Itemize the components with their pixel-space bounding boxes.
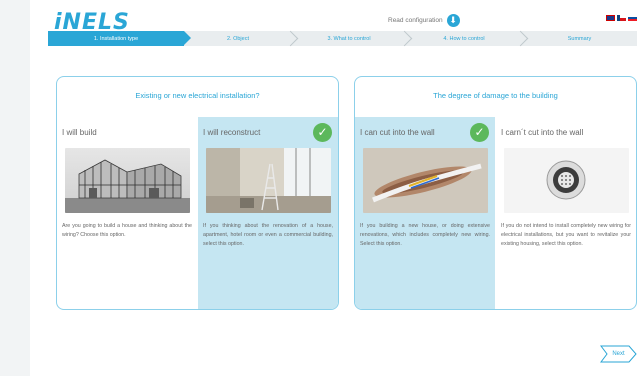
option-title: I carn´t cut into the wall: [501, 128, 584, 137]
step-object[interactable]: 2. Object: [184, 30, 299, 47]
page: iNELS Read configuration ⬇ 1. Installati…: [30, 0, 637, 376]
option-description: If you building a new house, or doing ex…: [360, 223, 490, 247]
step-label: 4. How to control: [443, 35, 485, 42]
step-installation-type[interactable]: 1. Installation type: [48, 31, 191, 46]
next-button[interactable]: Next: [600, 345, 637, 363]
uk-flag-icon[interactable]: [606, 15, 615, 21]
read-configuration-button[interactable]: Read configuration ⬇: [388, 14, 460, 27]
sk-flag-icon[interactable]: [628, 15, 637, 21]
panel-title: The degree of damage to the building: [433, 91, 558, 100]
option-i-will-build[interactable]: I will build Are you going to build a ho…: [57, 117, 197, 309]
house-construction-photo: [65, 148, 190, 213]
panel-title: Existing or new electrical installation?: [135, 91, 260, 100]
download-circle-icon: ⬇: [446, 14, 460, 27]
wall-cable-photo: [363, 148, 488, 213]
option-can-cut-into-wall[interactable]: I can cut into the wall ✓ If you buildin…: [355, 117, 495, 309]
cz-flag-icon[interactable]: [617, 15, 626, 21]
language-switcher: [606, 15, 637, 21]
building-damage-panel: The degree of damage to the building I c…: [354, 76, 637, 310]
wizard-steps: 1. Installation type 2. Object 3. What t…: [48, 30, 637, 47]
option-cannot-cut-into-wall[interactable]: I carn´t cut into the wall If you do not…: [496, 117, 636, 309]
wireless-device-photo: [504, 148, 629, 213]
step-what-to-control[interactable]: 3. What to control: [292, 30, 413, 47]
step-label: Summary: [567, 35, 592, 42]
option-title: I can cut into the wall: [360, 128, 435, 137]
installation-type-panel: Existing or new electrical installation?…: [56, 76, 339, 310]
checkmark-icon: ✓: [470, 123, 489, 142]
step-label: 3. What to control: [327, 35, 371, 42]
step-summary[interactable]: Summary: [522, 31, 637, 46]
checkmark-icon: ✓: [313, 123, 332, 142]
option-description: If you thinking about the renovation of …: [203, 223, 333, 247]
option-i-will-reconstruct[interactable]: I will reconstruct ✓ If you thinking abo…: [198, 117, 338, 309]
option-description: Are you going to build a house and think…: [62, 223, 192, 238]
step-how-to-control[interactable]: 4. How to control: [406, 30, 529, 47]
option-title: I will build: [62, 128, 97, 137]
left-background-strip: [0, 0, 30, 376]
option-title: I will reconstruct: [203, 128, 261, 137]
step-label: 1. Installation type: [93, 35, 139, 42]
room-renovation-photo: [206, 148, 331, 213]
step-label: 2. Object: [226, 35, 249, 42]
option-description: If you do not intend to install complete…: [501, 223, 631, 247]
read-configuration-label: Read configuration: [388, 17, 443, 24]
next-button-label: Next: [612, 351, 625, 357]
